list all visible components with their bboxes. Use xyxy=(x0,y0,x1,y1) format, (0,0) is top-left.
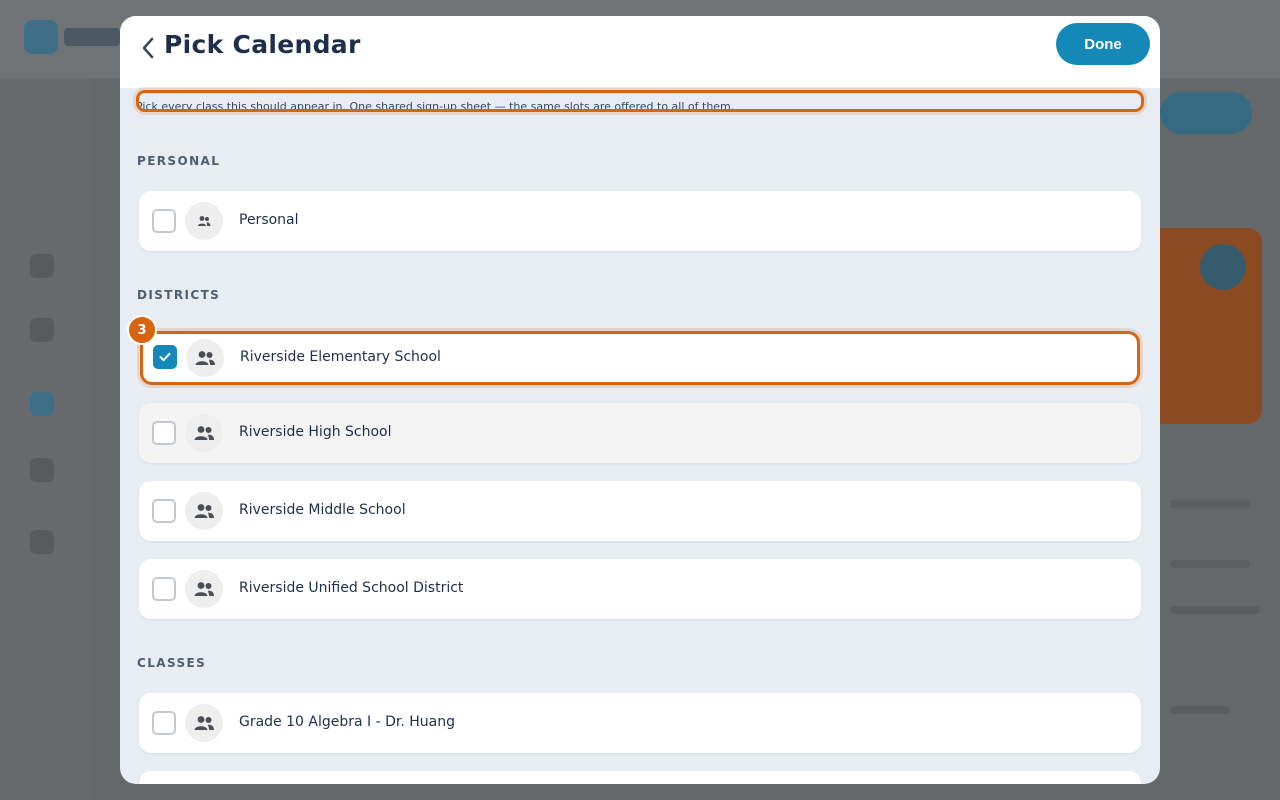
checkbox-checked[interactable] xyxy=(153,345,177,369)
background-line xyxy=(1170,606,1260,614)
background-button xyxy=(1160,92,1252,134)
calendar-row-label: Riverside Elementary School xyxy=(240,349,441,365)
checkbox[interactable] xyxy=(152,711,176,735)
calendar-row-label: Riverside Unified School District xyxy=(239,580,464,596)
step-badge: 3 xyxy=(127,315,157,345)
instruction-text: Pick every class this should appear in. … xyxy=(136,90,1144,112)
calendar-row-riverside-high[interactable]: Riverside High School xyxy=(139,403,1141,463)
calendar-row-riverside-unified[interactable]: Riverside Unified School District xyxy=(139,559,1141,619)
done-button[interactable]: Done xyxy=(1056,23,1150,65)
background-line xyxy=(1170,706,1230,714)
background-logo xyxy=(24,20,58,54)
calendar-row-algebra[interactable]: Grade 10 Algebra I - Dr. Huang xyxy=(139,693,1141,753)
calendar-row-partial[interactable] xyxy=(139,771,1141,784)
group-icon xyxy=(185,570,223,608)
background-sidebar xyxy=(0,78,92,800)
checkbox[interactable] xyxy=(152,421,176,445)
background-sidebar-item xyxy=(30,392,54,416)
calendar-row-label: Grade 10 Algebra I - Dr. Huang xyxy=(239,714,456,730)
calendar-row-riverside-middle[interactable]: Riverside Middle School xyxy=(139,481,1141,541)
background-line xyxy=(1170,500,1250,508)
calendar-row-label: Personal xyxy=(239,212,299,228)
section-label-classes: CLASSES xyxy=(137,656,207,670)
modal-title: Pick Calendar xyxy=(164,30,361,59)
background-line xyxy=(1170,560,1250,568)
checkmark-icon xyxy=(159,352,171,362)
background-logo-text xyxy=(64,28,120,46)
group-icon xyxy=(186,339,224,377)
group-icon xyxy=(185,414,223,452)
calendar-row-label: Riverside High School xyxy=(239,424,392,440)
checkbox[interactable] xyxy=(152,499,176,523)
calendar-row-label: Riverside Middle School xyxy=(239,502,406,518)
section-label-personal: PERSONAL xyxy=(137,154,221,168)
chevron-left-icon xyxy=(142,37,154,59)
background-card-avatar xyxy=(1200,244,1246,290)
group-icon xyxy=(185,704,223,742)
group-icon xyxy=(185,492,223,530)
calendar-row-personal[interactable]: Personal xyxy=(139,191,1141,251)
background-sidebar-item xyxy=(30,530,54,554)
background-sidebar-item xyxy=(30,254,54,278)
checkbox[interactable] xyxy=(152,577,176,601)
background-sidebar-item xyxy=(30,458,54,482)
pick-calendar-modal: Pick Calendar Done Pick every class this… xyxy=(120,16,1160,784)
modal-header: Pick Calendar Done xyxy=(120,16,1160,88)
section-label-districts: DISTRICTS xyxy=(137,288,221,302)
background-sidebar-item xyxy=(30,318,54,342)
checkbox[interactable] xyxy=(152,209,176,233)
calendar-row-riverside-elementary[interactable]: Riverside Elementary School xyxy=(140,331,1140,385)
back-button[interactable] xyxy=(128,28,168,68)
person-icon xyxy=(185,202,223,240)
